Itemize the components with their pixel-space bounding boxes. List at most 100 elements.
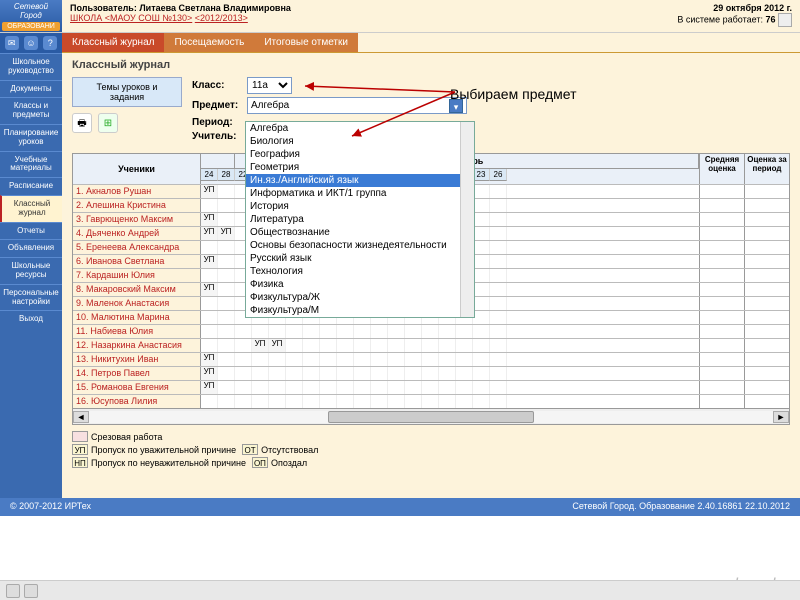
- grade-cell[interactable]: [320, 339, 337, 352]
- grade-cell[interactable]: [490, 395, 507, 408]
- grade-cell[interactable]: [456, 367, 473, 380]
- grade-cell[interactable]: [218, 199, 235, 212]
- grade-cell[interactable]: [337, 325, 354, 338]
- subject-option[interactable]: Алгебра: [246, 122, 474, 135]
- subject-option[interactable]: Физкультура/Ж: [246, 291, 474, 304]
- grade-cell[interactable]: [201, 241, 218, 254]
- grade-cell[interactable]: [422, 353, 439, 366]
- grade-cell[interactable]: [439, 367, 456, 380]
- sidebar-item-2[interactable]: Классы и предметы: [0, 97, 62, 124]
- sidebar-item-0[interactable]: Школьное руководство: [0, 53, 62, 80]
- grade-cell[interactable]: [354, 339, 371, 352]
- grade-cell[interactable]: [490, 367, 507, 380]
- grade-cell[interactable]: [456, 339, 473, 352]
- grade-cell[interactable]: [422, 325, 439, 338]
- grade-cell[interactable]: [320, 381, 337, 394]
- grade-cell[interactable]: [473, 297, 490, 310]
- tab-attendance[interactable]: Посещаемость: [164, 33, 254, 52]
- grade-cell[interactable]: [235, 339, 252, 352]
- grade-cell[interactable]: [473, 325, 490, 338]
- grade-cell[interactable]: [252, 325, 269, 338]
- grade-cell[interactable]: [218, 339, 235, 352]
- grade-cell[interactable]: [303, 395, 320, 408]
- grade-cell[interactable]: [388, 325, 405, 338]
- sidebar-item-7[interactable]: Отчеты: [0, 222, 62, 240]
- grade-cell[interactable]: УП: [218, 227, 235, 240]
- grade-cell[interactable]: [388, 381, 405, 394]
- grade-cell[interactable]: [473, 269, 490, 282]
- grade-cell[interactable]: [422, 367, 439, 380]
- grade-cell[interactable]: [269, 367, 286, 380]
- grade-cell[interactable]: [473, 381, 490, 394]
- grade-cell[interactable]: [320, 367, 337, 380]
- grade-cell[interactable]: [354, 325, 371, 338]
- grade-cell[interactable]: УП: [201, 283, 218, 296]
- grade-cell[interactable]: [218, 297, 235, 310]
- grade-cell[interactable]: [456, 395, 473, 408]
- grade-cell[interactable]: [388, 395, 405, 408]
- sidebar-item-10[interactable]: Персональные настройки: [0, 284, 62, 311]
- grade-cell[interactable]: [201, 325, 218, 338]
- student-link[interactable]: 16. Юсупова Лилия: [76, 396, 157, 406]
- student-link[interactable]: 6. Иванова Светлана: [76, 256, 164, 266]
- grade-cell[interactable]: [218, 311, 235, 324]
- grade-cell[interactable]: [201, 199, 218, 212]
- grade-cell[interactable]: [354, 381, 371, 394]
- student-link[interactable]: 12. Назаркина Анастасия: [76, 340, 182, 350]
- grade-cell[interactable]: УП: [252, 339, 269, 352]
- grade-cell[interactable]: [490, 199, 507, 212]
- school-link[interactable]: ШКОЛА <МАОУ СОШ №130>: [70, 13, 192, 23]
- grade-cell[interactable]: [218, 269, 235, 282]
- grade-cell[interactable]: [218, 353, 235, 366]
- grade-cell[interactable]: [235, 381, 252, 394]
- grade-cell[interactable]: УП: [201, 353, 218, 366]
- grade-cell[interactable]: [218, 241, 235, 254]
- grade-cell[interactable]: [473, 367, 490, 380]
- grade-cell[interactable]: [490, 283, 507, 296]
- grade-cell[interactable]: [218, 367, 235, 380]
- grade-cell[interactable]: [388, 353, 405, 366]
- sidebar-item-8[interactable]: Объявления: [0, 239, 62, 257]
- grade-cell[interactable]: [371, 367, 388, 380]
- grade-cell[interactable]: [252, 353, 269, 366]
- grade-cell[interactable]: УП: [201, 255, 218, 268]
- subject-option[interactable]: География: [246, 148, 474, 161]
- grade-cell[interactable]: [218, 185, 235, 198]
- grade-cell[interactable]: [201, 269, 218, 282]
- grade-cell[interactable]: [490, 381, 507, 394]
- grade-cell[interactable]: [473, 395, 490, 408]
- grade-cell[interactable]: [473, 283, 490, 296]
- scroll-right-icon[interactable]: ►: [773, 411, 789, 423]
- grade-cell[interactable]: [405, 381, 422, 394]
- year-link[interactable]: <2012/2013>: [195, 13, 248, 23]
- student-link[interactable]: 14. Петров Павел: [76, 368, 150, 378]
- student-link[interactable]: 13. Никитухин Иван: [76, 354, 158, 364]
- grade-cell[interactable]: [286, 367, 303, 380]
- dropdown-scrollbar[interactable]: [460, 122, 474, 317]
- sidebar-item-3[interactable]: Планирование уроков: [0, 124, 62, 151]
- grade-cell[interactable]: [473, 185, 490, 198]
- excel-icon[interactable]: ⊞: [98, 113, 118, 133]
- grade-cell[interactable]: [201, 311, 218, 324]
- grade-cell[interactable]: [473, 311, 490, 324]
- student-link[interactable]: 2. Алешина Кристина: [76, 200, 166, 210]
- grade-cell[interactable]: [473, 227, 490, 240]
- grade-cell[interactable]: [490, 339, 507, 352]
- grade-cell[interactable]: [252, 381, 269, 394]
- student-link[interactable]: 5. Еренеева Александра: [76, 242, 179, 252]
- student-link[interactable]: 4. Дьяченко Андрей: [76, 228, 159, 238]
- grade-cell[interactable]: [490, 353, 507, 366]
- grade-cell[interactable]: [218, 213, 235, 226]
- grade-cell[interactable]: [405, 353, 422, 366]
- grade-cell[interactable]: [218, 395, 235, 408]
- student-link[interactable]: 3. Гаврющенко Максим: [76, 214, 173, 224]
- tab-journal[interactable]: Классный журнал: [62, 33, 164, 52]
- subject-option[interactable]: Физкультура/М: [246, 304, 474, 317]
- grade-cell[interactable]: [473, 199, 490, 212]
- grade-cell[interactable]: [286, 325, 303, 338]
- grade-cell[interactable]: [422, 381, 439, 394]
- grade-cell[interactable]: [439, 339, 456, 352]
- student-link[interactable]: 8. Макаровский Максим: [76, 284, 176, 294]
- grade-cell[interactable]: [201, 339, 218, 352]
- grade-cell[interactable]: [473, 241, 490, 254]
